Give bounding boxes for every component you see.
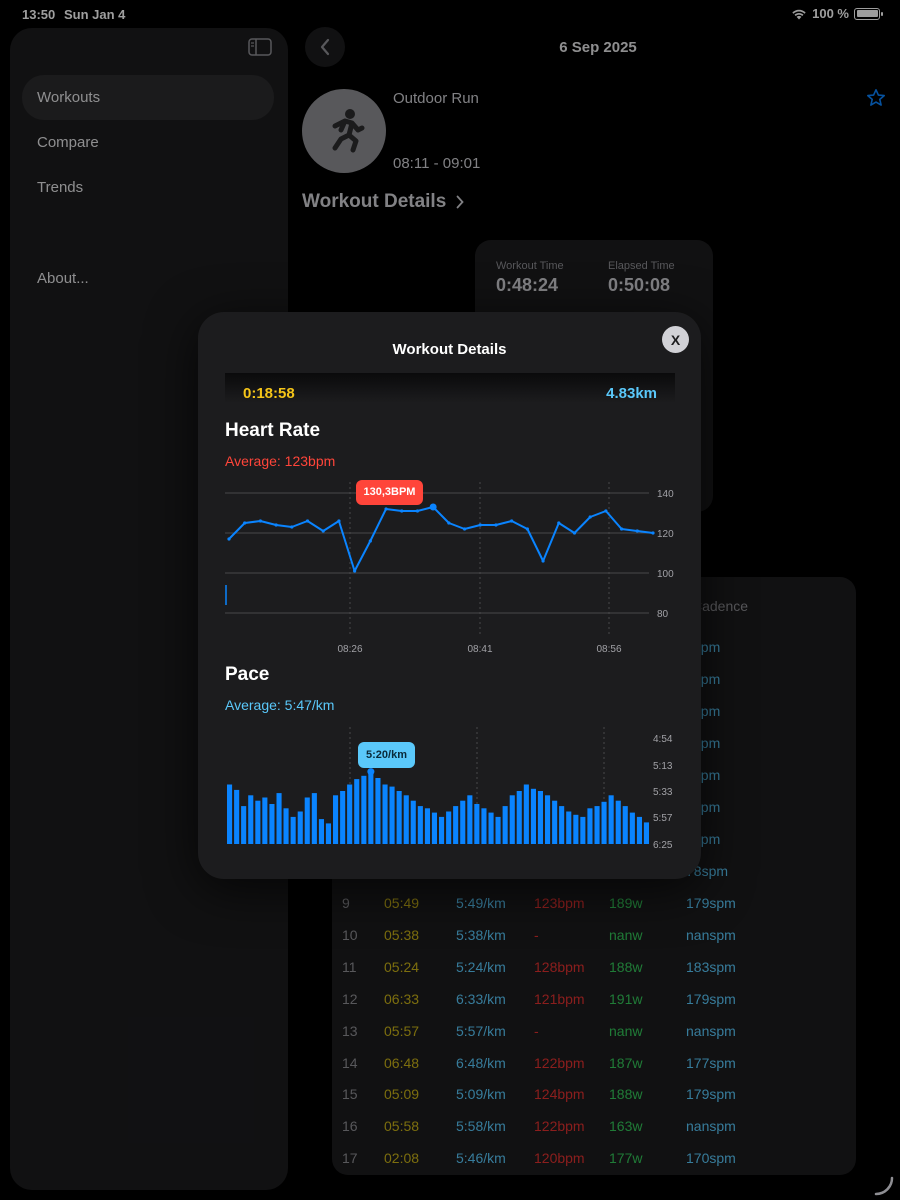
pace-bar bbox=[311, 793, 317, 844]
pace-bar bbox=[368, 773, 374, 844]
pace-bar bbox=[318, 819, 324, 844]
pace-bar bbox=[290, 816, 296, 844]
pace-bar bbox=[269, 804, 275, 844]
pace-bar bbox=[446, 811, 452, 844]
pace-bar bbox=[552, 800, 558, 844]
pace-bar bbox=[460, 800, 466, 844]
pace-bar bbox=[354, 779, 360, 844]
pace-bar bbox=[403, 795, 409, 844]
pace-chart[interactable]: 4:54 5:13 5:33 5:57 6:25 bbox=[198, 312, 701, 879]
y-tick-label: 5:57 bbox=[653, 813, 673, 824]
pace-bar bbox=[467, 795, 473, 844]
pace-bar bbox=[431, 812, 437, 844]
pace-bar bbox=[255, 800, 261, 844]
pace-callout: 5:20/km bbox=[358, 742, 415, 768]
pace-bar bbox=[474, 804, 480, 844]
pace-bar bbox=[629, 812, 635, 844]
pace-bar bbox=[262, 797, 268, 844]
pace-bar bbox=[622, 806, 628, 844]
pace-bar bbox=[325, 823, 331, 844]
resize-handle-icon[interactable] bbox=[872, 1174, 894, 1196]
pace-bar bbox=[333, 795, 339, 844]
pace-bar bbox=[304, 797, 310, 844]
pace-bar bbox=[502, 806, 508, 844]
pace-bar bbox=[495, 816, 501, 844]
pace-bar bbox=[566, 811, 572, 844]
pace-bar bbox=[340, 791, 346, 844]
pace-bar bbox=[410, 800, 416, 844]
y-tick-label: 5:13 bbox=[653, 761, 673, 772]
workout-details-modal: Workout Details X 0:18:58 4.83km Heart R… bbox=[198, 312, 701, 879]
pace-bar bbox=[615, 800, 621, 844]
pace-bar bbox=[439, 816, 445, 844]
pace-bar bbox=[347, 784, 353, 844]
pace-bar bbox=[227, 784, 233, 844]
pace-bar bbox=[382, 784, 388, 844]
pace-bar bbox=[608, 795, 614, 844]
y-tick-label: 5:33 bbox=[653, 787, 673, 798]
pace-bar bbox=[545, 795, 551, 844]
pace-bar bbox=[453, 806, 459, 844]
pace-bar bbox=[573, 814, 579, 844]
pace-bar bbox=[234, 789, 240, 844]
pace-bar bbox=[488, 812, 494, 844]
pace-bar bbox=[361, 775, 367, 844]
pace-bar bbox=[276, 793, 282, 844]
pace-bar bbox=[509, 795, 515, 844]
pace-selected-point bbox=[367, 768, 375, 776]
pace-bar bbox=[424, 808, 430, 844]
pace-bar bbox=[375, 778, 381, 844]
pace-bar bbox=[530, 788, 536, 844]
pace-bar bbox=[559, 806, 565, 844]
pace-bar bbox=[283, 808, 289, 844]
pace-bar bbox=[594, 806, 600, 844]
pace-bar bbox=[481, 808, 487, 844]
pace-bar bbox=[241, 806, 247, 844]
pace-bar bbox=[523, 784, 529, 844]
pace-bar bbox=[636, 816, 642, 844]
pace-bar bbox=[516, 791, 522, 844]
pace-bar bbox=[601, 801, 607, 844]
pace-bar bbox=[580, 816, 586, 844]
pace-bar bbox=[417, 806, 423, 844]
pace-bar bbox=[537, 791, 543, 844]
pace-bar bbox=[643, 822, 649, 844]
y-tick-label: 4:54 bbox=[653, 734, 673, 745]
pace-bar bbox=[389, 786, 395, 844]
pace-bar bbox=[587, 808, 593, 844]
pace-bar bbox=[396, 791, 402, 844]
y-tick-label: 6:25 bbox=[653, 840, 673, 851]
pace-bar bbox=[248, 795, 254, 844]
pace-bar bbox=[297, 811, 303, 844]
